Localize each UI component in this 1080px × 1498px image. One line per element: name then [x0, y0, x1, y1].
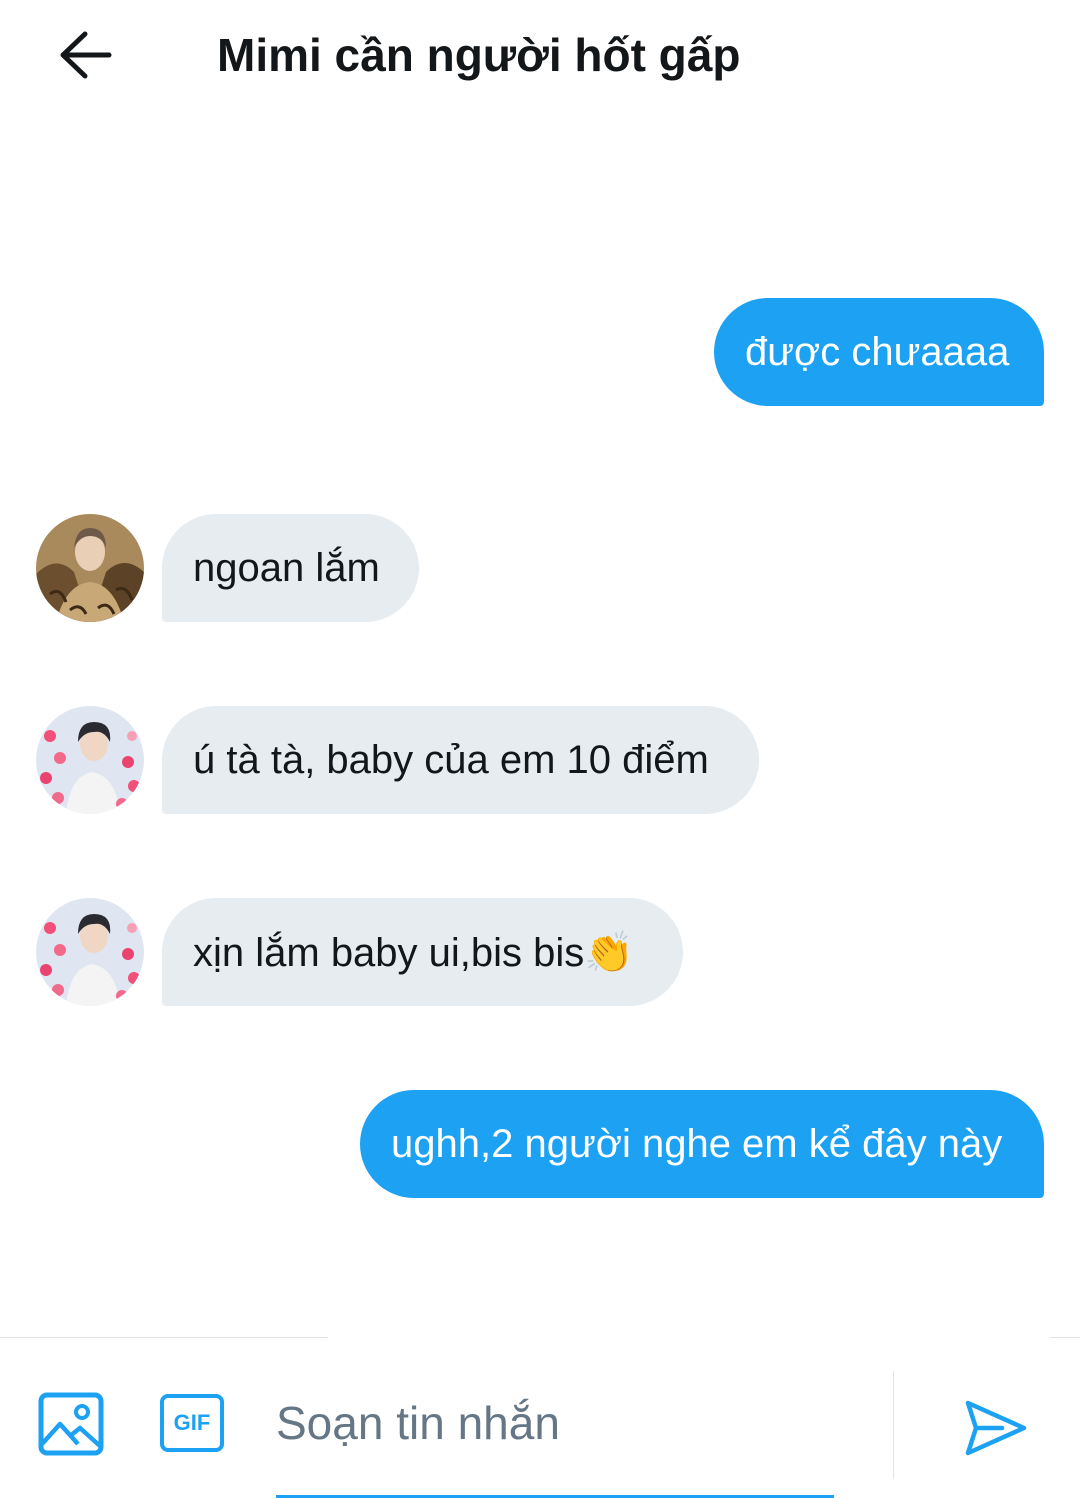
avatar-fur-coat-image	[36, 514, 144, 622]
conversation-header: Mimi cần người hốt gấp	[0, 0, 1080, 112]
avatar-hearts-image	[36, 706, 144, 814]
message-input[interactable]	[276, 1389, 834, 1457]
received-message-bubble[interactable]: xịn lắm baby ui,bis bis👏	[162, 898, 683, 1006]
send-icon	[965, 1400, 1027, 1456]
arrow-left-icon	[60, 31, 112, 79]
back-button[interactable]	[50, 22, 120, 88]
gif-icon: GIF	[173, 1410, 211, 1435]
conversation-title: Mimi cần người hốt gấp	[217, 29, 741, 81]
image-icon	[38, 1392, 104, 1456]
sender-avatar[interactable]	[36, 898, 144, 1006]
composer-divider	[0, 1337, 328, 1338]
sent-message-bubble[interactable]: ughh,2 người nghe em kể đây này	[360, 1090, 1044, 1198]
avatar-hearts-image	[36, 898, 144, 1006]
composer-divider	[1050, 1337, 1080, 1338]
composer-vertical-divider	[893, 1371, 894, 1479]
sender-avatar[interactable]	[36, 514, 144, 622]
send-button[interactable]	[962, 1395, 1028, 1461]
sender-avatar[interactable]	[36, 706, 144, 814]
received-message-bubble[interactable]: ú tà tà, baby của em 10 điểm	[162, 706, 759, 814]
received-message-bubble[interactable]: ngoan lắm	[162, 514, 419, 622]
message-composer: GIF	[0, 1337, 1080, 1498]
sent-message-bubble[interactable]: được chưaaaa	[714, 298, 1044, 406]
add-gif-button[interactable]: GIF	[160, 1394, 224, 1452]
add-image-button[interactable]	[38, 1392, 104, 1456]
dm-conversation-screen: Mimi cần người hốt gấp được chưaaaa ngoa…	[0, 0, 1080, 1498]
